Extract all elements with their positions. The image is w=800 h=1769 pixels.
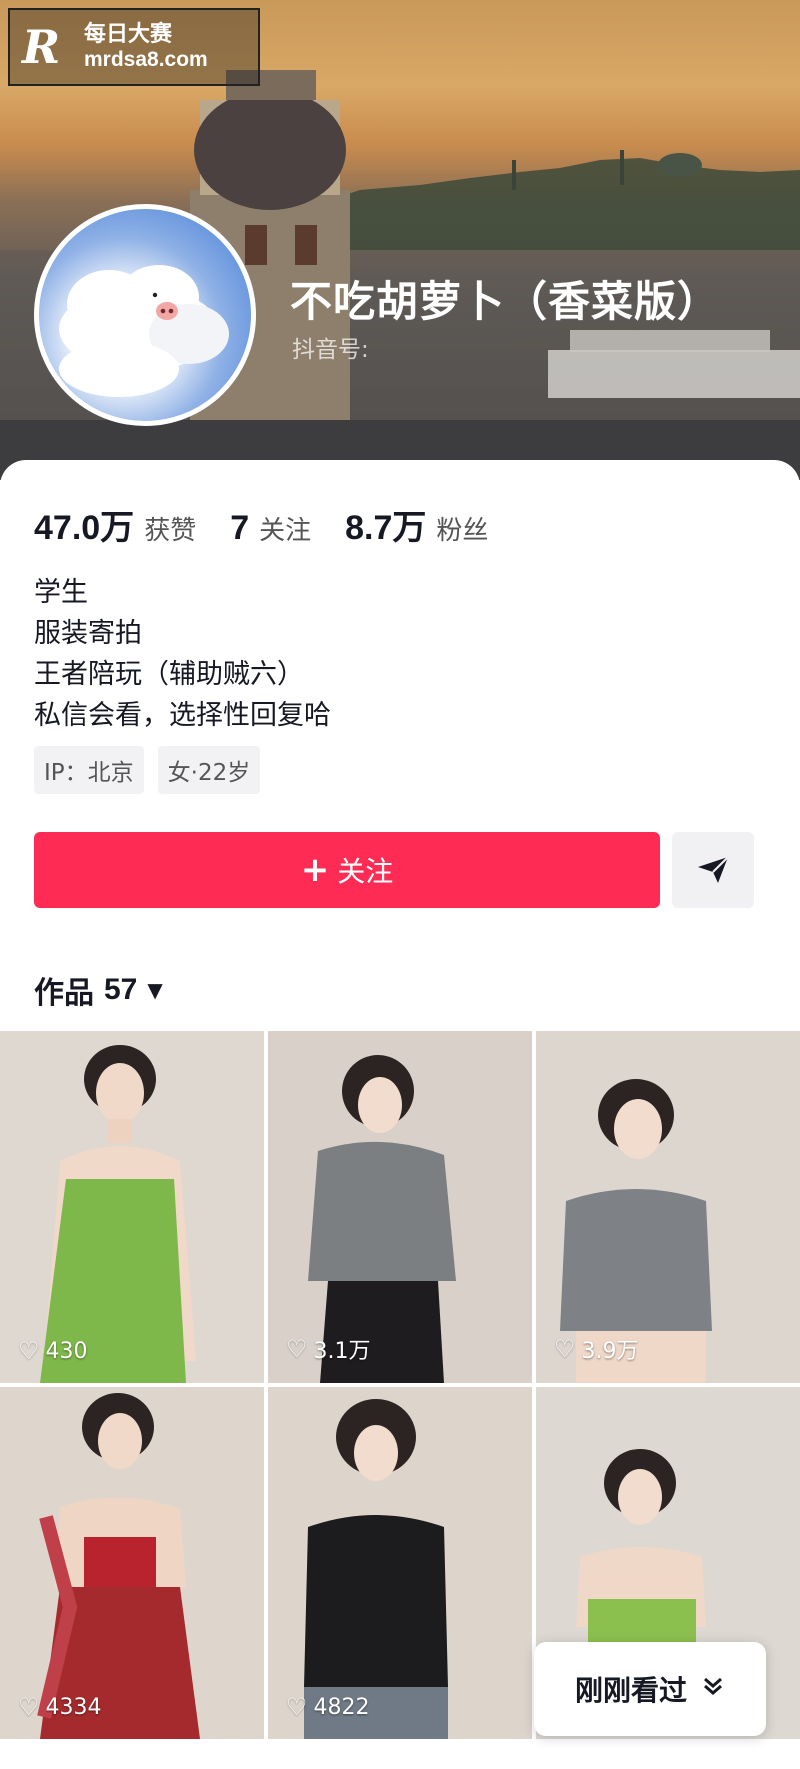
video-likes: ♡ 4822 bbox=[286, 1693, 370, 1721]
bio-line: 服装寄拍 bbox=[34, 618, 142, 649]
video-thumbnail-image bbox=[0, 1031, 264, 1383]
stat-likes[interactable]: 47.0万 获赞 bbox=[34, 500, 196, 549]
watermark-line2: mrdsa8.com bbox=[84, 47, 208, 71]
recently-viewed-label: 刚刚看过 bbox=[574, 1674, 687, 1707]
plus-icon: + bbox=[300, 850, 330, 890]
heart-icon: ♡ bbox=[286, 1693, 308, 1721]
works-label: 作品 bbox=[34, 976, 94, 1011]
watermark-logo: R bbox=[22, 20, 61, 74]
stat-followers-label: 粉丝 bbox=[436, 516, 489, 546]
stat-following-label: 关注 bbox=[259, 516, 312, 546]
watermark-line1: 每日大赛 bbox=[84, 22, 173, 48]
profile-tags: IP：北京 女·22岁 bbox=[34, 746, 274, 794]
bio-line: 王者陪玩（辅助贼六） bbox=[34, 659, 304, 690]
heart-icon: ♡ bbox=[18, 1337, 40, 1365]
video-likes-count: 3.1万 bbox=[313, 1339, 371, 1364]
avatar[interactable] bbox=[34, 204, 256, 426]
video-likes: ♡ 4334 bbox=[18, 1693, 102, 1721]
follow-button[interactable]: + 关注 bbox=[34, 832, 660, 908]
bio: 学生 服装寄拍 王者陪玩（辅助贼六） 私信会看，选择性回复哈 bbox=[34, 572, 331, 736]
caret-down-icon: ▼ bbox=[147, 978, 163, 1002]
heart-icon: ♡ bbox=[554, 1335, 576, 1363]
video-likes-count: 430 bbox=[45, 1338, 88, 1364]
recently-viewed-button[interactable]: 刚刚看过 bbox=[534, 1642, 766, 1736]
bio-line: 学生 bbox=[34, 577, 88, 608]
heart-icon: ♡ bbox=[18, 1693, 40, 1721]
video-thumbnail[interactable]: ♡ 4334 bbox=[0, 1387, 264, 1739]
video-thumbnail[interactable]: ♡ 3.9万 bbox=[536, 1031, 800, 1383]
stat-followers[interactable]: 8.7万 粉丝 bbox=[345, 500, 488, 549]
video-likes: ♡ 3.1万 bbox=[286, 1333, 371, 1365]
video-thumbnail-image bbox=[268, 1031, 532, 1383]
video-thumbnail[interactable]: ♡ 430 bbox=[0, 1031, 264, 1383]
double-chevron-down-icon bbox=[701, 1674, 725, 1704]
video-thumbnail-image bbox=[0, 1387, 264, 1739]
video-likes-count: 4822 bbox=[313, 1694, 370, 1720]
video-likes: ♡ 430 bbox=[18, 1337, 88, 1365]
follow-button-label: 关注 bbox=[337, 855, 394, 888]
stat-following[interactable]: 7 关注 bbox=[230, 509, 311, 548]
profile-banner: R 每日大赛 mrdsa8.com 不吃胡萝卜（香菜版） 抖音号: bbox=[0, 0, 800, 480]
send-message-button[interactable] bbox=[672, 832, 754, 908]
stat-likes-label: 获赞 bbox=[144, 516, 197, 546]
ip-location-tag: IP：北京 bbox=[34, 746, 144, 794]
pig-cloud-avatar-icon bbox=[59, 265, 229, 397]
stat-followers-value: 8.7万 bbox=[345, 509, 427, 547]
video-thumbnail[interactable]: ♡ 4822 bbox=[268, 1387, 532, 1739]
video-likes-count: 4334 bbox=[45, 1694, 102, 1720]
stats-row: 47.0万 获赞 7 关注 8.7万 粉丝 bbox=[34, 500, 522, 549]
douyin-id-label[interactable]: 抖音号: bbox=[292, 330, 369, 364]
nickname: 不吃胡萝卜（香菜版） bbox=[290, 277, 721, 326]
send-icon bbox=[698, 856, 729, 883]
video-likes-count: 3.9万 bbox=[581, 1339, 639, 1364]
works-tab[interactable]: 作品 57 ▼ bbox=[34, 968, 163, 1012]
video-thumbnail[interactable]: ♡ 3.1万 bbox=[268, 1031, 532, 1383]
stat-likes-value: 47.0万 bbox=[34, 509, 135, 547]
gender-age-tag: 女·22岁 bbox=[157, 746, 261, 794]
stat-following-value: 7 bbox=[230, 509, 250, 547]
bio-line: 私信会看，选择性回复哈 bbox=[34, 700, 331, 731]
watermark-badge: R 每日大赛 mrdsa8.com bbox=[8, 8, 260, 86]
video-thumbnail-image bbox=[536, 1031, 800, 1383]
heart-icon: ♡ bbox=[286, 1335, 308, 1363]
video-likes: ♡ 3.9万 bbox=[554, 1333, 639, 1365]
profile-card: 47.0万 获赞 7 关注 8.7万 粉丝 学生 服装寄拍 王者陪玩（辅助贼六）… bbox=[0, 460, 800, 1030]
works-count: 57 bbox=[104, 973, 138, 1006]
video-thumbnail-image bbox=[268, 1387, 532, 1739]
